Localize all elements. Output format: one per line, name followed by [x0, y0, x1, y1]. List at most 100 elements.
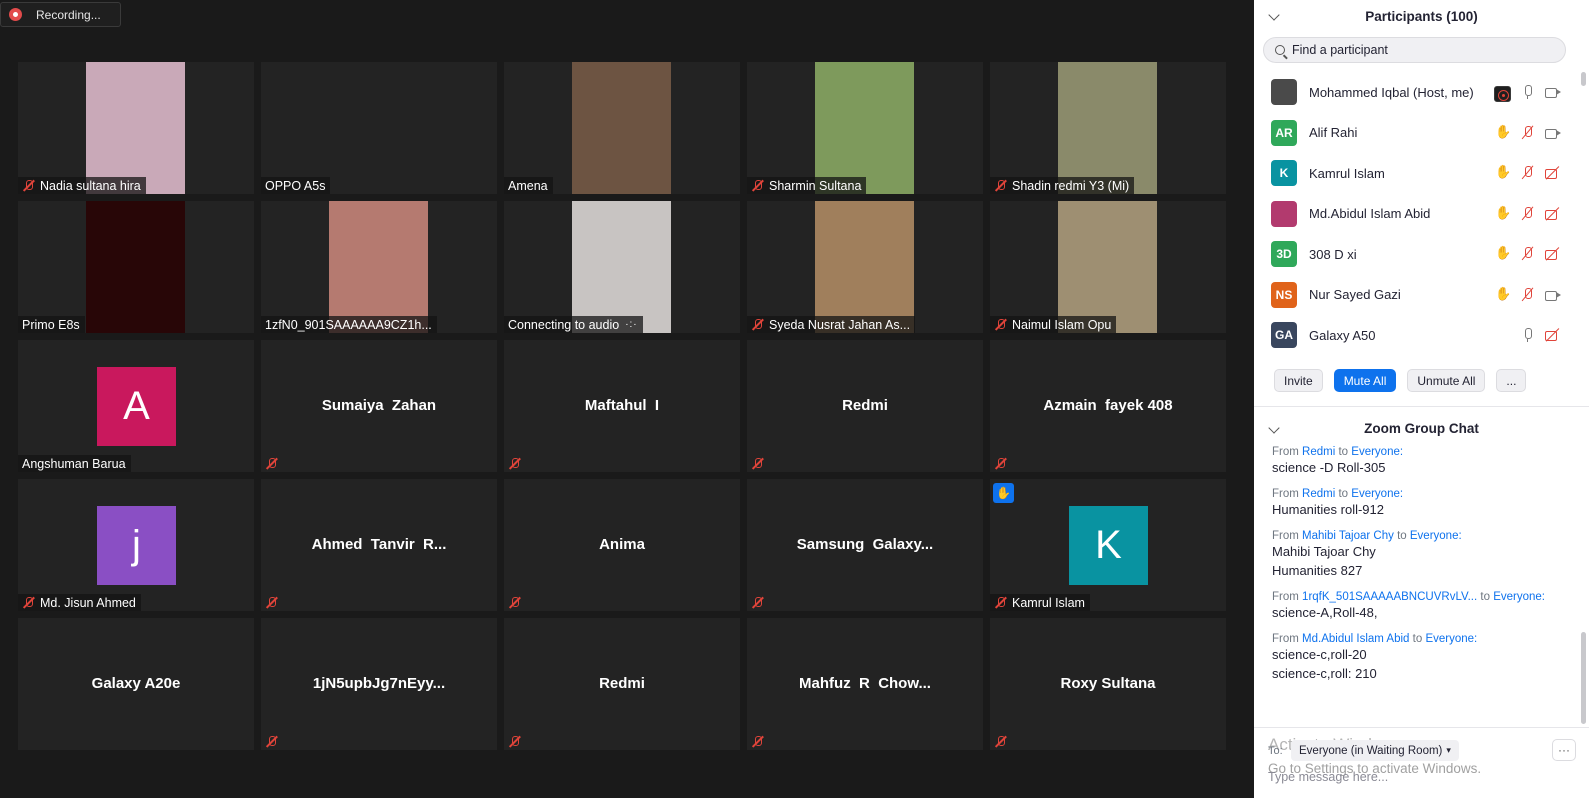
- video-tile[interactable]: j Md. Jisun Ahmed: [18, 479, 254, 611]
- recording-icon[interactable]: [1494, 86, 1511, 102]
- video-tile[interactable]: Redmi: [747, 340, 983, 472]
- video-tile[interactable]: Anima: [504, 479, 740, 611]
- video-camera-icon[interactable]: [1544, 84, 1561, 100]
- microphone-muted-icon[interactable]: [1519, 125, 1536, 141]
- mic-muted-icon: [994, 596, 1007, 609]
- participant-row[interactable]: GA Galaxy A50: [1254, 315, 1561, 356]
- participant-list-avatar: [1271, 79, 1297, 106]
- chat-more-button[interactable]: ···: [1552, 739, 1576, 761]
- video-tile[interactable]: Ahmed Tanvir R...: [261, 479, 497, 611]
- chat-recipient[interactable]: Everyone:: [1351, 488, 1403, 500]
- video-camera-off-icon[interactable]: [1544, 327, 1561, 343]
- video-camera-off-icon[interactable]: [1544, 165, 1561, 181]
- video-tile[interactable]: Sumaiya Zahan: [261, 340, 497, 472]
- chat-sender[interactable]: Redmi: [1302, 446, 1335, 458]
- participants-header: Participants (100): [1254, 0, 1589, 33]
- participant-scrollbar[interactable]: [1581, 72, 1586, 86]
- microphone-icon[interactable]: [1519, 327, 1536, 343]
- participant-row[interactable]: K Kamrul Islam: [1254, 153, 1561, 194]
- more-options-button[interactable]: ...: [1496, 369, 1527, 392]
- video-camera-icon[interactable]: [1544, 125, 1561, 141]
- search-icon: [1275, 45, 1285, 55]
- participant-name-tag: [504, 594, 531, 611]
- participant-display-name: 1jN5upbJg7nEyy...: [312, 675, 446, 692]
- video-tile[interactable]: 1jN5upbJg7nEyy...: [261, 618, 497, 750]
- chat-sender[interactable]: Redmi: [1302, 488, 1335, 500]
- participant-display-name: Redmi: [842, 397, 888, 414]
- video-tile[interactable]: Naimul Islam Opu: [990, 201, 1226, 333]
- video-tile[interactable]: Mahfuz R Chow...: [747, 618, 983, 750]
- video-tile[interactable]: Maftahul I: [504, 340, 740, 472]
- participant-row[interactable]: NS Nur Sayed Gazi: [1254, 275, 1561, 316]
- participant-name-tag: [747, 455, 774, 472]
- video-tile[interactable]: Galaxy A20e: [18, 618, 254, 750]
- mic-muted-icon: [22, 179, 35, 192]
- video-tile[interactable]: A Angshuman Barua: [18, 340, 254, 472]
- microphone-muted-icon[interactable]: [1519, 287, 1536, 303]
- chat-scrollbar[interactable]: [1581, 632, 1586, 724]
- chat-collapse-chevron-icon[interactable]: [1268, 422, 1280, 434]
- participant-row[interactable]: Mohammed Iqbal (Host, me): [1254, 72, 1561, 113]
- participant-name-tag: [504, 455, 531, 472]
- participant-name: Shadin redmi Y3 (Mi): [1012, 178, 1130, 193]
- invite-button[interactable]: Invite: [1274, 369, 1323, 392]
- participant-name-tag: Angshuman Barua: [18, 455, 131, 472]
- participant-row[interactable]: AR Alif Rahi: [1254, 113, 1561, 154]
- video-camera-off-icon[interactable]: [1544, 246, 1561, 262]
- chat-recipient[interactable]: Everyone:: [1493, 591, 1545, 603]
- video-tile[interactable]: Syeda Nusrat Jahan As...: [747, 201, 983, 333]
- microphone-icon[interactable]: [1519, 84, 1536, 100]
- chat-recipient[interactable]: Everyone:: [1410, 530, 1462, 542]
- participant-search-input[interactable]: Find a participant: [1263, 37, 1566, 63]
- video-tile[interactable]: Shadin redmi Y3 (Mi): [990, 62, 1226, 194]
- participant-status-icons: [1519, 327, 1561, 343]
- participant-name: Naimul Islam Opu: [1012, 317, 1112, 332]
- chat-recipient[interactable]: Everyone:: [1351, 446, 1403, 458]
- chat-sender[interactable]: 1rqfK_501SAAAAABNCUVRvLV...: [1302, 591, 1477, 603]
- video-tile[interactable]: Nadia sultana hira: [18, 62, 254, 194]
- chat-message-input[interactable]: Type message here...: [1268, 770, 1388, 784]
- raised-hand-icon: [1494, 245, 1511, 262]
- raised-hand-icon: [1494, 124, 1511, 141]
- chat-recipient[interactable]: Everyone:: [1425, 633, 1477, 645]
- video-tile[interactable]: 1zfN0_901SAAAAAA9CZ1h...: [261, 201, 497, 333]
- participant-name: Connecting to audio: [508, 317, 620, 332]
- recording-label: Recording...: [36, 7, 101, 22]
- video-tile[interactable]: Primo E8s: [18, 201, 254, 333]
- chat-message-text: science-A,Roll-48,: [1272, 605, 1378, 620]
- participant-row[interactable]: 3D 308 D xi: [1254, 234, 1561, 275]
- collapse-chevron-icon[interactable]: [1268, 9, 1280, 21]
- video-tile[interactable]: K ✋ Kamrul Islam: [990, 479, 1226, 611]
- unmute-all-button[interactable]: Unmute All: [1407, 369, 1486, 392]
- microphone-muted-icon[interactable]: [1519, 165, 1536, 181]
- recording-icon: [9, 8, 22, 21]
- participant-row[interactable]: Md.Abidul Islam Abid: [1254, 194, 1561, 235]
- chat-sender[interactable]: Md.Abidul Islam Abid: [1302, 633, 1409, 645]
- microphone-muted-icon[interactable]: [1519, 206, 1536, 222]
- video-camera-off-icon[interactable]: [1544, 206, 1561, 222]
- chat-sender[interactable]: Mahibi Tajoar Chy: [1302, 530, 1394, 542]
- participant-display-name: Ahmed Tanvir R...: [311, 536, 447, 553]
- video-tile[interactable]: Sharmin Sultana: [747, 62, 983, 194]
- mute-all-button[interactable]: Mute All: [1333, 369, 1397, 392]
- participants-title: Participants (100): [1365, 9, 1478, 24]
- video-gallery: Nadia sultana hira OPPO A5s Amena Sharmin S…: [18, 62, 1226, 752]
- microphone-muted-icon[interactable]: [1519, 246, 1536, 262]
- chevron-down-icon: ▾: [1446, 745, 1451, 755]
- recording-indicator[interactable]: Recording...: [0, 2, 121, 27]
- chat-message: From Mahibi Tajoar Chy to Everyone: Mahib…: [1272, 530, 1562, 580]
- raised-hand-icon: [1494, 286, 1511, 303]
- video-tile[interactable]: Azmain fayek 408: [990, 340, 1226, 472]
- video-tile[interactable]: OPPO A5s: [261, 62, 497, 194]
- video-camera-icon[interactable]: [1544, 287, 1561, 303]
- video-tile[interactable]: Connecting to audio ·:·: [504, 201, 740, 333]
- participant-status-icons: [1494, 124, 1561, 141]
- mic-muted-icon: [508, 457, 521, 470]
- participant-video: [329, 201, 428, 333]
- participant-name-tag: Naimul Islam Opu: [990, 316, 1117, 333]
- video-tile[interactable]: Amena: [504, 62, 740, 194]
- video-tile[interactable]: Roxy Sultana: [990, 618, 1226, 750]
- video-tile[interactable]: Samsung Galaxy...: [747, 479, 983, 611]
- video-tile[interactable]: Redmi: [504, 618, 740, 750]
- chat-recipient-select[interactable]: Everyone (in Waiting Room) ▾: [1291, 740, 1459, 761]
